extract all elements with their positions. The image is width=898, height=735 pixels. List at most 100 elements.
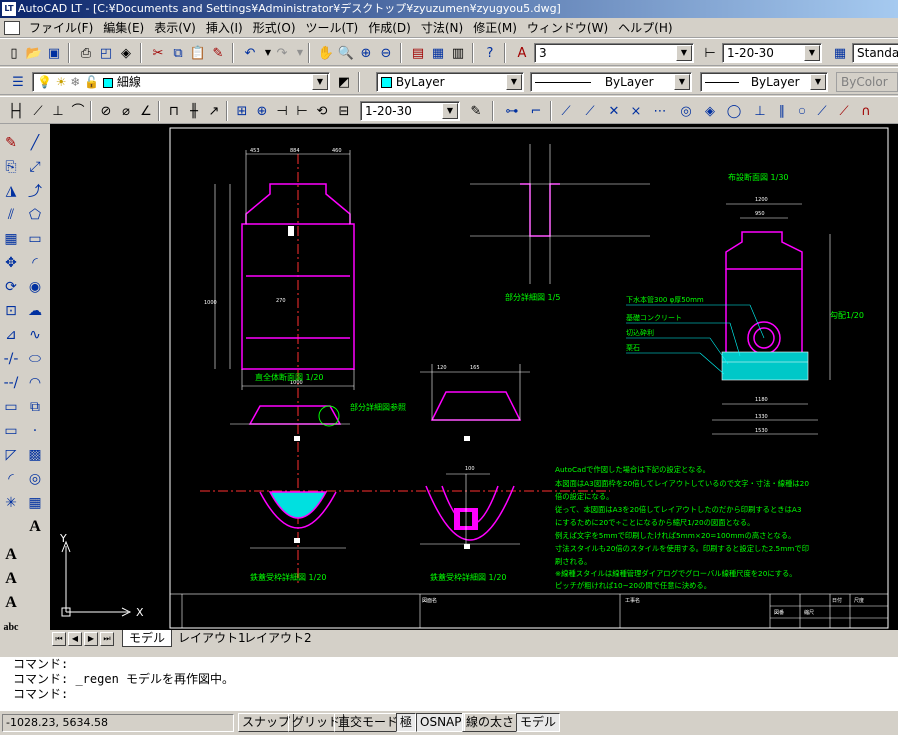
tolerance-icon[interactable]: ⊞ [232,101,252,121]
color-combo[interactable]: ByLayer ▼ [376,72,524,92]
snap-nearest-icon[interactable]: ⟋ [812,101,832,121]
stretch-icon[interactable]: ⊿ [0,324,22,346]
paste-icon[interactable]: 📋 [188,43,208,63]
linetype-combo[interactable]: ByLayer ▼ [530,72,692,92]
snap-midpoint-icon[interactable]: ⟋ [580,101,600,121]
scale-icon[interactable]: ⊡ [0,300,22,322]
coordinate-display[interactable]: -1028.23, 5634.58 [2,714,234,732]
model-button[interactable]: モデル [516,713,561,732]
mtext-edit-icon[interactable]: A [0,568,22,590]
command-window[interactable]: コマンド: コマンド: _regen モデルを再作図中。 コマンド: [0,654,898,711]
chevron-down-icon[interactable]: ▼ [442,103,458,119]
help-icon[interactable]: ? [480,43,500,63]
trim-icon[interactable]: -/- [0,348,22,370]
construction-line-icon[interactable]: ⤢ [24,156,46,178]
spell-check-icon[interactable]: abc [0,616,22,638]
menu-file[interactable]: ファイル(F) [24,19,98,36]
menu-edit[interactable]: 編集(E) [98,19,149,36]
print-icon[interactable]: ⎙ [76,43,96,63]
table-style-combo[interactable]: Standar [852,43,898,63]
revcloud-icon[interactable]: ☁ [24,300,46,322]
erase-icon[interactable]: ✎ [0,132,22,154]
dim-update-icon[interactable]: ⟲ [312,101,332,121]
text-style-icon[interactable]: A [512,43,532,63]
snap-from-icon[interactable]: ⌐ [526,101,546,121]
ellipse-icon[interactable]: ⬭ [24,348,46,370]
osnap-settings-icon[interactable]: ∩ [856,101,876,121]
tab-last-icon[interactable]: ⏭ [100,632,114,646]
cut-icon[interactable]: ✂ [148,43,168,63]
fillet-icon[interactable]: ◜ [0,468,22,490]
qleader-icon[interactable]: ↗ [204,101,224,121]
break-icon[interactable]: ▭ [0,396,22,418]
hatch-icon[interactable]: ▩ [24,444,46,466]
region-icon[interactable]: ◎ [24,468,46,490]
menu-modify[interactable]: 修正(M) [468,19,522,36]
layer-combo[interactable]: 💡 ☀ ❄ 🔓 細線 ▼ [32,72,330,92]
snap-apparent-icon[interactable]: ⨯ [626,101,646,121]
polyline-icon[interactable]: ⤴ [24,180,46,202]
point-icon[interactable]: · [24,420,46,442]
snap-button[interactable]: スナップ [238,713,295,732]
new-file-icon[interactable]: ▯ [4,43,24,63]
aligned-dim-icon[interactable]: ⟋ [28,101,48,121]
chevron-down-icon[interactable]: ▼ [506,74,522,90]
diameter-dim-icon[interactable]: ⌀ [116,101,136,121]
table-style-icon[interactable]: ▦ [830,43,850,63]
mtext-icon[interactable]: A [24,516,46,538]
dim-style-icon[interactable]: ⊢ [700,43,720,63]
menu-format[interactable]: 形式(O) [248,19,301,36]
menu-draw[interactable]: 作成(D) [363,19,416,36]
linear-dim-icon[interactable]: ├┤ [6,101,26,121]
drawing-canvas[interactable]: 884 453 460 1000 1000 270 直全体断面図 1/20 部分… [50,124,898,632]
radius-dim-icon[interactable]: ⊘ [96,101,116,121]
arc-icon[interactable]: ◜ [24,252,46,274]
pan-icon[interactable]: ✋ [316,43,336,63]
menu-tools[interactable]: ツール(T) [301,19,364,36]
tab-model[interactable]: モデル [122,630,173,647]
snap-quadrant-icon[interactable]: ◈ [700,101,720,121]
rotate-icon[interactable]: ⟳ [0,276,22,298]
dim-style-combo[interactable]: 1-20-30 ▼ [722,43,822,63]
save-icon[interactable]: ▣ [44,43,64,63]
dim-style-manager-icon[interactable]: ⊟ [334,101,354,121]
continue-dim-icon[interactable]: ╫ [184,101,204,121]
explode-icon[interactable]: ✳ [0,492,22,514]
polygon-icon[interactable]: ⬠ [24,204,46,226]
chevron-down-icon[interactable]: ▼ [804,45,820,61]
snap-node-icon[interactable]: ○ [792,101,812,121]
redo-dropdown-icon[interactable]: ▼ [290,43,310,63]
temp-track-icon[interactable]: ⊶ [502,101,522,121]
make-layer-current-icon[interactable]: ◩ [334,72,354,92]
ellipse-arc-icon[interactable]: ◠ [24,372,46,394]
publish-icon[interactable]: ◈ [116,43,136,63]
baseline-dim-icon[interactable]: ⊓ [164,101,184,121]
redo-icon[interactable]: ↷ [272,43,292,63]
menu-insert[interactable]: 挿入(I) [201,19,248,36]
properties-icon[interactable]: ▤ [408,43,428,63]
lineweight-combo[interactable]: ByLayer ▼ [700,72,828,92]
tab-first-icon[interactable]: ⏮ [52,632,66,646]
snap-perpendicular-icon[interactable]: ⊥ [750,101,770,121]
undo-icon[interactable]: ↶ [240,43,260,63]
print-preview-icon[interactable]: ◰ [96,43,116,63]
dim-edit-icon[interactable]: ⊣ [272,101,292,121]
tab-next-icon[interactable]: ▶ [84,632,98,646]
match-properties-icon[interactable]: ✎ [208,43,228,63]
zoom-window-icon[interactable]: ⊕ [356,43,376,63]
snap-none-icon[interactable]: ⟋ [834,101,854,121]
chevron-down-icon[interactable]: ▼ [312,74,328,90]
command-prompt[interactable]: コマンド: [13,687,898,702]
snap-intersection-icon[interactable]: ✕ [604,101,624,121]
dim-text-edit-icon[interactable]: ⊢ [292,101,312,121]
arc-length-dim-icon[interactable]: ⌒ [68,101,88,121]
tool-palettes-icon[interactable]: ▥ [448,43,468,63]
ordinate-dim-icon[interactable]: ⊥ [48,101,68,121]
text-edit-icon[interactable]: A [0,592,22,614]
chevron-down-icon[interactable]: ▼ [676,45,692,61]
extend-icon[interactable]: --/ [0,372,22,394]
snap-endpoint-icon[interactable]: ⟋ [556,101,576,121]
ortho-button[interactable]: 直交モード [334,713,403,732]
snap-parallel-icon[interactable]: ∥ [772,101,792,121]
polar-button[interactable]: 極 [396,713,417,732]
